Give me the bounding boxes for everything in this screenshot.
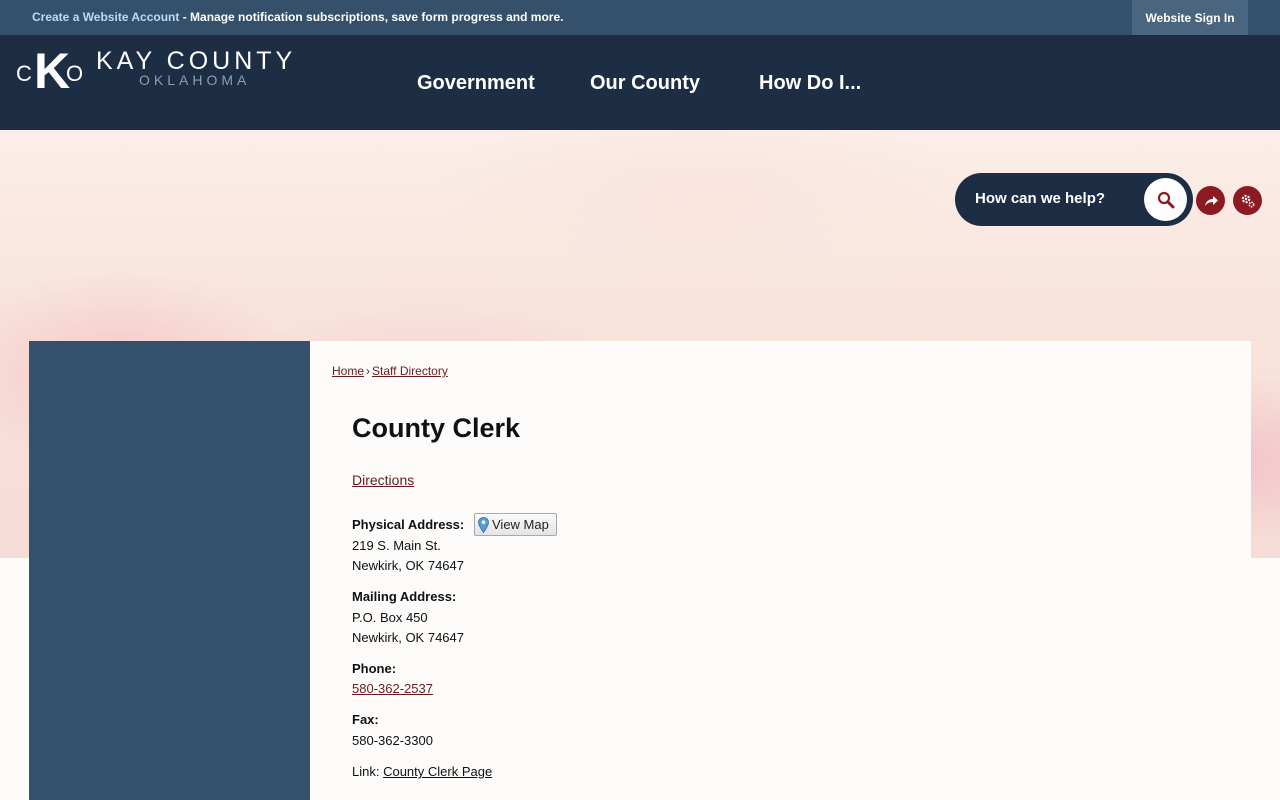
share-icon [1204,195,1218,206]
logo-letter-c: C [16,61,32,86]
logo-letter-k: K [34,43,71,99]
nav-government[interactable]: Government [417,72,535,95]
mailing-address-line2: Newkirk, OK 74647 [352,630,464,645]
create-account-link[interactable]: Create a Website Account [32,10,179,24]
phone-label: Phone: [352,661,397,676]
breadcrumb-staff-directory[interactable]: Staff Directory [372,364,448,378]
account-message-text: - Manage notification subscriptions, sav… [179,10,564,24]
physical-address-line2: Newkirk, OK 74647 [352,558,464,573]
tools-button[interactable] [1233,186,1262,215]
fax-number: 580-362-3300 [352,733,433,748]
logo-letter-o: O [66,61,84,86]
map-pin-icon [478,516,489,533]
directions-link[interactable]: Directions [352,472,414,488]
physical-address-label: Physical Address: [352,517,465,532]
site-logo[interactable]: C K O KAY COUNTY OKLAHOMA [14,43,304,107]
breadcrumb-home[interactable]: Home [332,364,364,378]
search-input[interactable] [975,190,1135,207]
phone-link[interactable]: 580-362-2537 [352,681,433,696]
search-button[interactable] [1144,178,1187,221]
sidebar [29,341,310,800]
physical-address-line1: 219 S. Main St. [352,538,441,553]
nav-our-county[interactable]: Our County [590,72,700,95]
fax-label: Fax: [352,712,379,727]
mailing-address-line1: P.O. Box 450 [352,610,428,625]
search-bar [955,173,1193,226]
county-clerk-page-link[interactable]: County Clerk Page [383,764,492,779]
breadcrumb: Home › Staff Directory [332,364,448,378]
link-row: Link: County Clerk Page [352,764,492,779]
view-map-label: View Map [492,517,549,532]
logo-state: OKLAHOMA [139,72,251,88]
share-button[interactable] [1196,186,1225,215]
main-content: Home › Staff Directory County Clerk Direct… [310,341,1251,800]
view-map-button[interactable]: View Map [474,513,557,536]
nav-how-do-i[interactable]: How Do I... [759,72,861,95]
link-label: Link: [352,764,384,779]
logo-mark: C K O [14,43,86,99]
account-message: Create a Website Account - Manage notifi… [32,10,563,24]
gear-icon [1241,194,1255,208]
top-bar: Create a Website Account - Manage notifi… [0,0,1280,35]
search-icon [1157,191,1174,208]
breadcrumb-separator: › [366,364,371,378]
page-title: County Clerk [352,413,521,443]
sign-in-button[interactable]: Website Sign In [1132,0,1248,35]
mailing-address-label: Mailing Address: [352,589,457,604]
